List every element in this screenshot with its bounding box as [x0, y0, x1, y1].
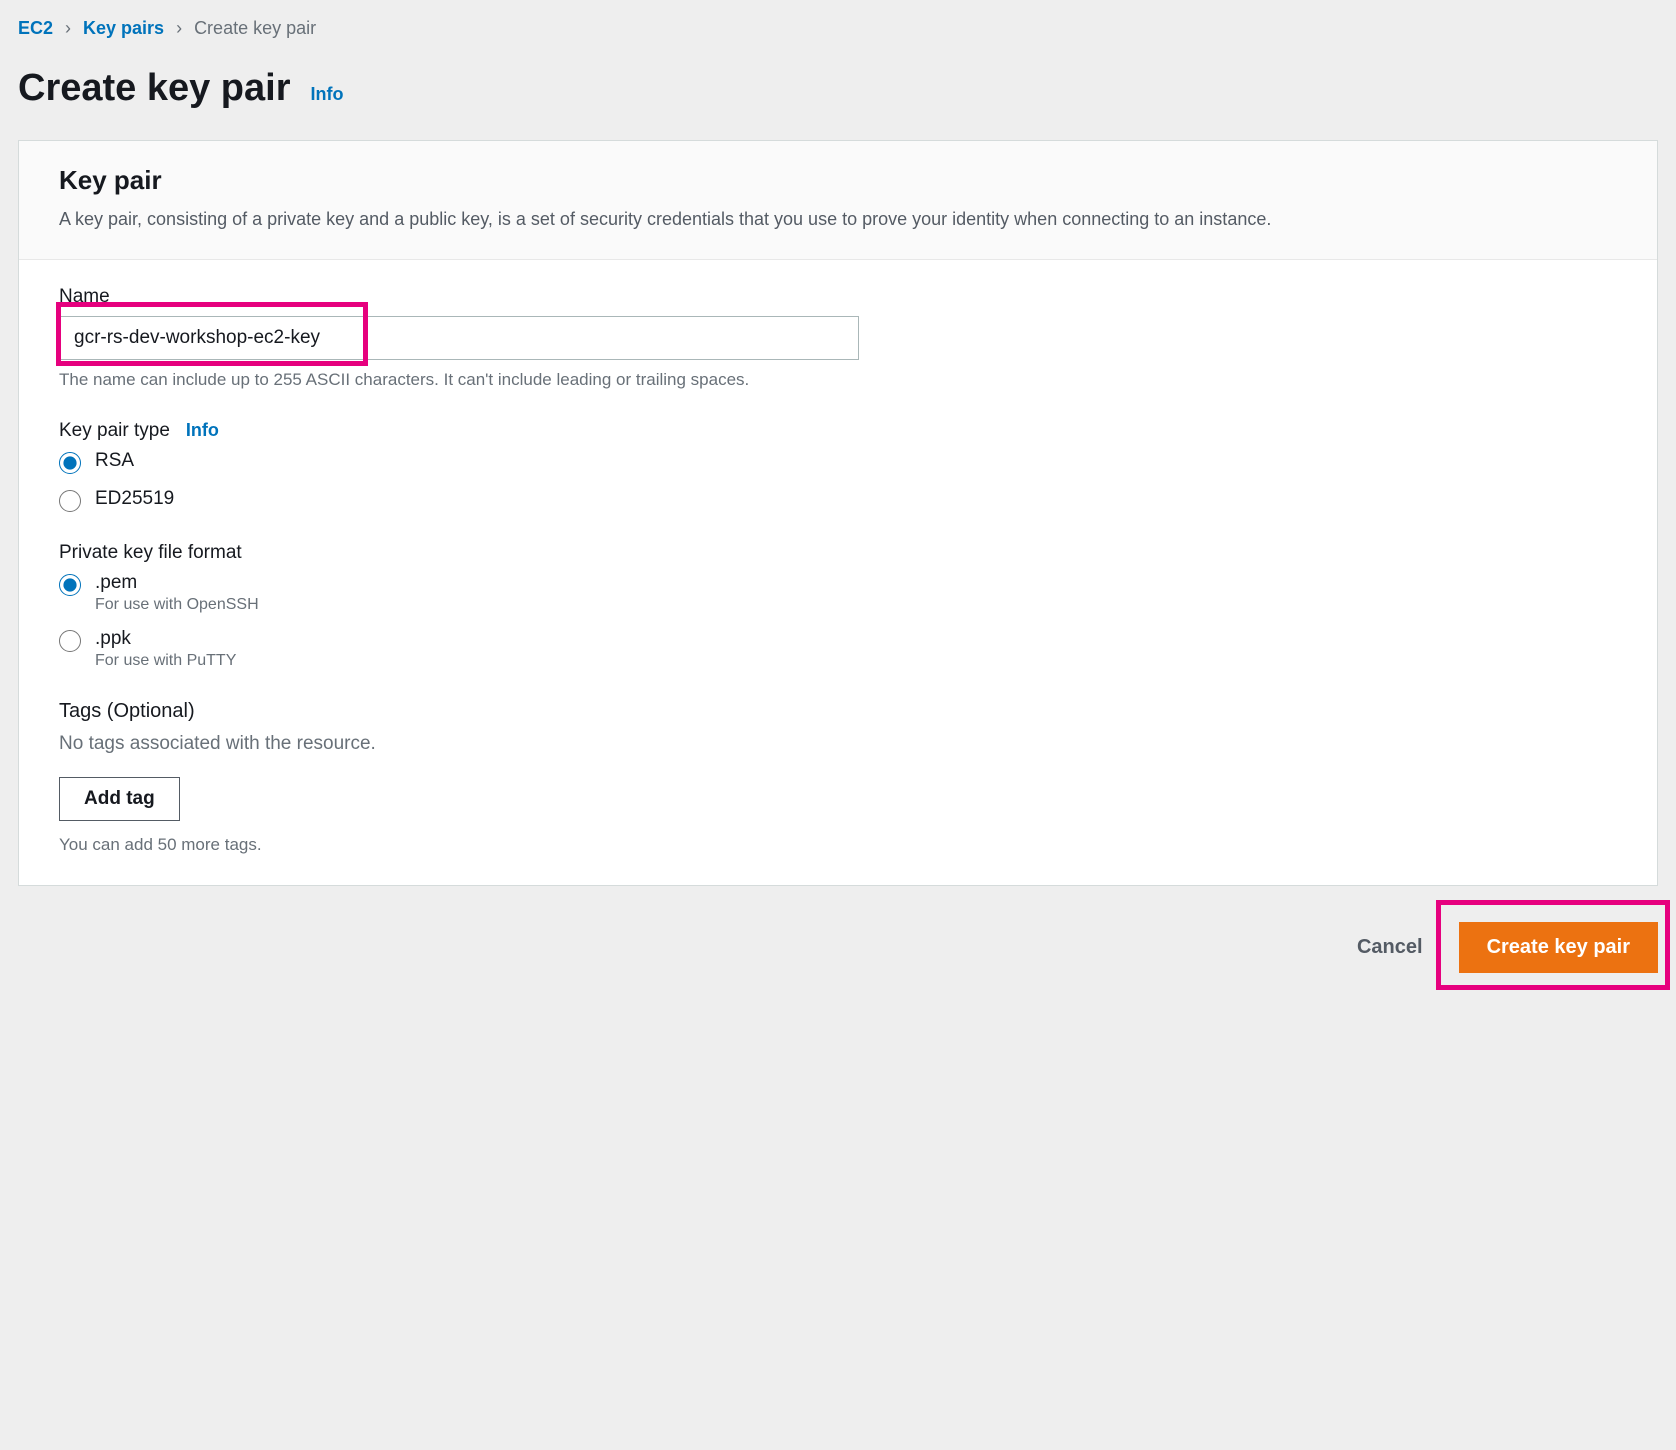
file-format-label: Private key file format [59, 542, 1617, 564]
name-label: Name [59, 286, 1617, 308]
radio-ed25519-label: ED25519 [95, 488, 174, 510]
radio-pem[interactable]: .pem For use with OpenSSH [59, 572, 1617, 614]
actions-row: Cancel Create key pair [18, 916, 1658, 979]
info-link-keypair-type[interactable]: Info [186, 420, 219, 441]
chevron-right-icon: › [65, 18, 71, 39]
tags-empty-text: No tags associated with the resource. [59, 733, 1617, 755]
radio-pem-label: .pem [95, 572, 259, 594]
radio-ppk-label: .ppk [95, 628, 236, 650]
create-keypair-button[interactable]: Create key pair [1459, 922, 1658, 973]
radio-ed25519-input[interactable] [59, 490, 81, 512]
keypair-type-group: RSA ED25519 [59, 450, 1617, 512]
keypair-type-label: Key pair type Info [59, 420, 1617, 442]
page-title: Create key pair [18, 67, 291, 110]
radio-pem-input[interactable] [59, 574, 81, 596]
name-help-text: The name can include up to 255 ASCII cha… [59, 370, 1617, 390]
keypair-type-label-text: Key pair type [59, 420, 170, 442]
chevron-right-icon: › [176, 18, 182, 39]
radio-rsa-input[interactable] [59, 452, 81, 474]
cancel-button[interactable]: Cancel [1347, 922, 1433, 973]
panel-heading: Key pair [59, 165, 1617, 196]
radio-ppk-input[interactable] [59, 630, 81, 652]
tags-heading: Tags (Optional) [59, 700, 1617, 723]
breadcrumb-link-keypairs[interactable]: Key pairs [83, 18, 164, 39]
breadcrumb: EC2 › Key pairs › Create key pair [18, 18, 1658, 39]
panel-description: A key pair, consisting of a private key … [59, 206, 1617, 233]
breadcrumb-link-ec2[interactable]: EC2 [18, 18, 53, 39]
radio-rsa[interactable]: RSA [59, 450, 1617, 474]
radio-ppk-sub: For use with PuTTY [95, 652, 236, 670]
radio-ppk[interactable]: .ppk For use with PuTTY [59, 628, 1617, 670]
tags-help-text: You can add 50 more tags. [59, 835, 1617, 855]
radio-ed25519[interactable]: ED25519 [59, 488, 1617, 512]
panel-header: Key pair A key pair, consisting of a pri… [19, 141, 1657, 260]
add-tag-button[interactable]: Add tag [59, 777, 180, 821]
file-format-group: .pem For use with OpenSSH .ppk For use w… [59, 572, 1617, 670]
form-panel: Key pair A key pair, consisting of a pri… [18, 140, 1658, 886]
breadcrumb-current: Create key pair [194, 18, 316, 39]
radio-rsa-label: RSA [95, 450, 134, 472]
radio-pem-sub: For use with OpenSSH [95, 596, 259, 614]
info-link[interactable]: Info [311, 84, 344, 105]
name-input[interactable] [59, 316, 859, 360]
